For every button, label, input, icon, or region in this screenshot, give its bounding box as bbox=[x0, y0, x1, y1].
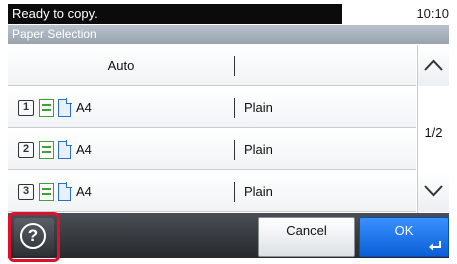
paper-size: A4 bbox=[76, 142, 92, 157]
help-button[interactable]: ? bbox=[14, 218, 54, 256]
help-highlight: ? bbox=[8, 212, 60, 262]
paper-option-cassette-2[interactable]: 2 A4 Plain bbox=[8, 129, 416, 170]
paper-size: A4 bbox=[76, 184, 92, 199]
column-divider bbox=[234, 182, 235, 202]
paper-stack-icon bbox=[39, 99, 54, 117]
paper-type: Plain bbox=[244, 100, 273, 115]
paper-sheet-icon bbox=[58, 98, 72, 117]
scroll-up-button[interactable] bbox=[418, 45, 449, 86]
status-bar: Ready to copy. 10:10 bbox=[8, 4, 449, 24]
page-indicator: 1/2 bbox=[424, 125, 443, 140]
chevron-down-icon bbox=[424, 185, 443, 197]
cancel-button[interactable]: Cancel bbox=[258, 217, 355, 257]
clock: 10:10 bbox=[416, 6, 449, 21]
paper-option-cassette-1[interactable]: 1 A4 Plain bbox=[8, 87, 416, 128]
cassette-number-icon: 3 bbox=[18, 184, 34, 200]
status-message: Ready to copy. bbox=[8, 4, 342, 24]
chevron-up-icon bbox=[424, 59, 443, 71]
help-icon: ? bbox=[20, 223, 46, 249]
ok-button[interactable]: OK bbox=[359, 217, 449, 257]
paper-option-auto[interactable]: Auto bbox=[8, 45, 416, 86]
paper-type: Plain bbox=[244, 184, 273, 199]
column-divider bbox=[234, 98, 235, 118]
paper-sheet-icon bbox=[58, 140, 72, 159]
cassette-number-icon: 2 bbox=[18, 142, 34, 158]
scroll-down-button[interactable] bbox=[418, 171, 449, 212]
cassette-number-icon: 1 bbox=[18, 100, 34, 116]
paper-option-cassette-3[interactable]: 3 A4 Plain bbox=[8, 171, 416, 212]
auto-label: Auto bbox=[107, 58, 135, 73]
enter-icon bbox=[429, 241, 441, 251]
ok-label: OK bbox=[394, 223, 414, 238]
screen-title: Paper Selection bbox=[8, 25, 449, 44]
paper-stack-icon bbox=[39, 183, 54, 201]
column-divider bbox=[234, 140, 235, 160]
paper-stack-icon bbox=[39, 141, 54, 159]
paper-sheet-icon bbox=[58, 182, 72, 201]
column-divider bbox=[234, 56, 235, 76]
scroll-column: 1/2 bbox=[417, 45, 449, 213]
paper-size: A4 bbox=[76, 100, 92, 115]
paper-type: Plain bbox=[244, 142, 273, 157]
paper-source-list: Auto 1 A4 Plain 2 A4 Plain 3 A4 Plain bbox=[8, 45, 416, 213]
